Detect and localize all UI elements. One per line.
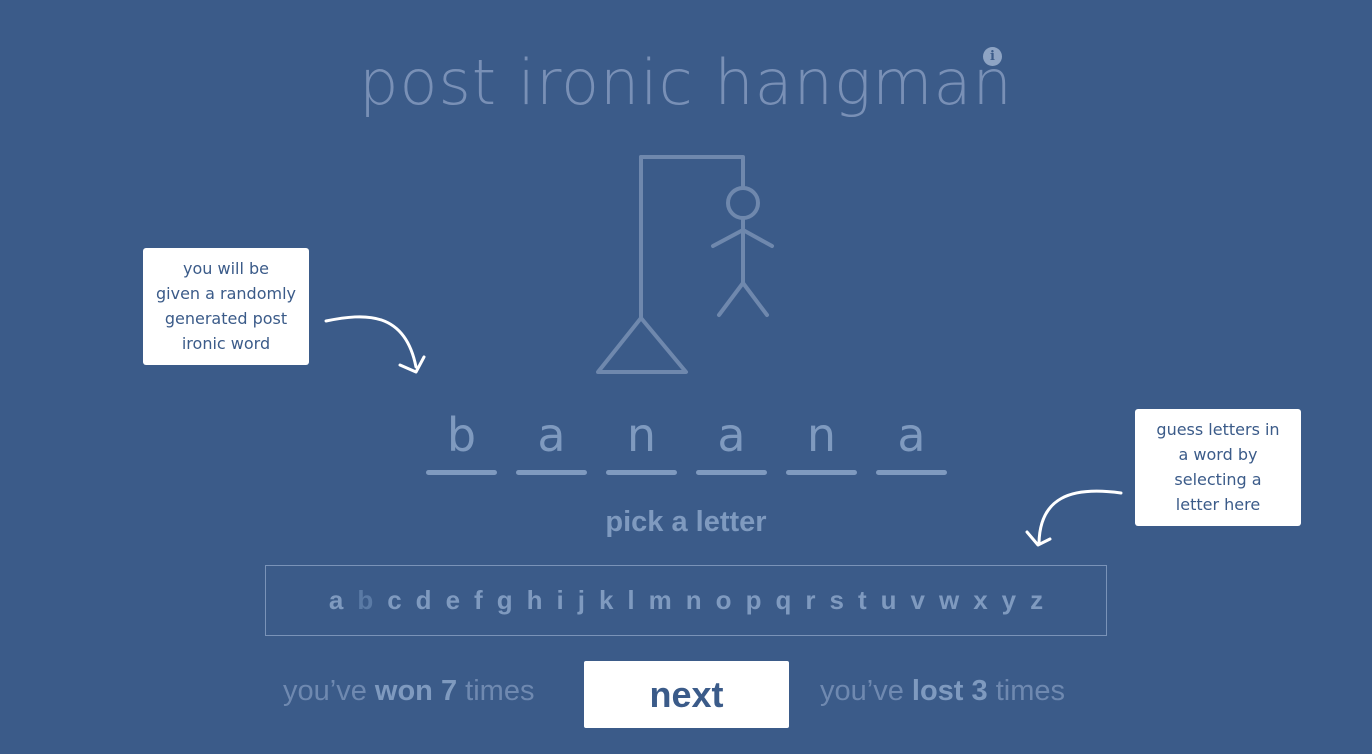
won-prefix: you’ve [283,675,367,707]
curved-arrow-icon [324,315,426,374]
letter-m[interactable]: m [649,585,672,616]
word-slot: a [696,405,767,475]
lost-suffix: times [995,675,1066,707]
tooltip-letters-line: selecting a [1174,470,1262,489]
letter-e[interactable]: e [446,585,460,616]
won-count: 7 [440,675,458,707]
info-icon[interactable]: i [983,47,1002,66]
letter-c[interactable]: c [387,585,401,616]
letter-g[interactable]: g [497,585,513,616]
letter-n[interactable]: n [686,585,702,616]
letter-f[interactable]: f [474,585,483,616]
tooltip-word-line: generated post [164,309,288,328]
lost-prefix: you’ve [820,675,904,707]
letter-h[interactable]: h [527,585,543,616]
won-label: won [374,675,433,707]
letter-k[interactable]: k [599,585,613,616]
won-counter: you’ve won 7 times [283,675,534,708]
gallows-base [596,316,688,374]
letter-t[interactable]: t [858,585,867,616]
letter-u[interactable]: u [881,585,897,616]
letter-p[interactable]: p [746,585,762,616]
word-slot: n [786,405,857,475]
letter-r[interactable]: r [805,585,815,616]
tooltip-letters-line: a word by [1178,445,1258,464]
lost-count: 3 [971,675,988,707]
pick-letter-label: pick a letter [605,506,767,538]
letter-q[interactable]: q [775,585,791,616]
letter-y[interactable]: y [1002,585,1016,616]
letter-x[interactable]: x [973,585,987,616]
tooltip-word-line: given a randomly [156,284,296,303]
letter-o[interactable]: o [716,585,732,616]
word-slot: a [516,405,587,475]
letter-s[interactable]: s [829,585,843,616]
won-suffix: times [465,675,535,707]
word-slot: n [606,405,677,475]
tooltip-letters-line: guess letters in [1156,420,1280,439]
gallows-beam [639,155,745,190]
lost-counter: you’ve lost 3 times [820,675,1065,708]
letter-l[interactable]: l [627,585,634,616]
next-button[interactable]: next [584,661,789,728]
letter-i[interactable]: i [556,585,563,616]
letter-z[interactable]: z [1030,585,1043,616]
letter-j[interactable]: j [578,585,585,616]
letter-a[interactable]: a [329,585,343,616]
letter-b[interactable]: b [357,585,373,616]
tooltip-word: you will be given a randomly generated p… [143,248,309,365]
hangman-drawing [596,155,774,374]
letter-w[interactable]: w [939,585,959,616]
tooltip-word-line: ironic word [181,334,271,353]
letter-picker: abcdefghijklmnopqrstuvwxyz [265,565,1107,636]
hangman-legs [717,281,769,317]
word-slot: b [426,405,497,475]
letter-v[interactable]: v [911,585,925,616]
page-title: post ironic hangman [359,46,1013,119]
hangman-head [726,186,760,220]
lost-label: lost [911,675,964,707]
word-slot: a [876,405,947,475]
tooltip-word-line: you will be [183,259,269,278]
letter-d[interactable]: d [416,585,432,616]
